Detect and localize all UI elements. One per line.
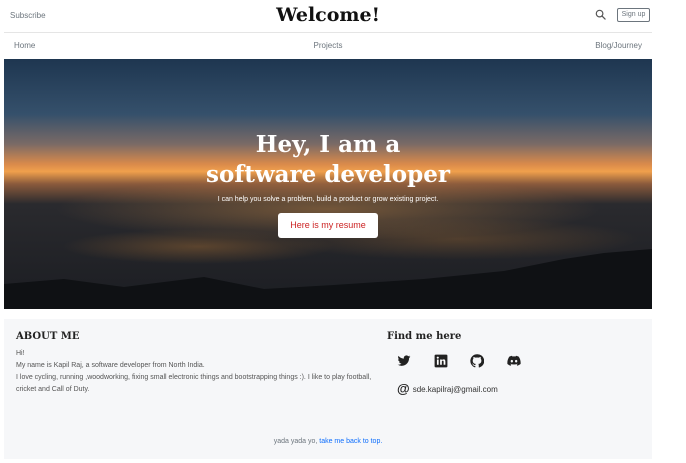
subscribe-link[interactable]: Subscribe (10, 11, 46, 20)
about-line: My name is Kapil Raj, a software develop… (16, 362, 205, 369)
about-line: I love cycling, running ,woodworking, fi… (16, 374, 372, 393)
discord-icon[interactable] (507, 354, 521, 368)
resume-button[interactable]: Here is my resume (278, 213, 378, 238)
footer-section: ABOUT ME Hi! My name is Kapil Raj, a sof… (4, 319, 652, 459)
footer-note-text: yada yada yo, (273, 438, 318, 445)
email-row[interactable]: @ sde.kapilraj@gmail.com (397, 382, 498, 396)
about-heading: ABOUT ME (16, 331, 80, 342)
hero-ridge-silhouette (4, 249, 652, 309)
at-icon: @ (397, 381, 410, 396)
main-nav: Home Projects Blog/Journey (4, 33, 652, 59)
nav-item-blog[interactable]: Blog/Journey (595, 41, 642, 50)
hero-banner: Hey, I am a software developer I can hel… (4, 59, 652, 309)
email-address[interactable]: sde.kapilraj@gmail.com (413, 385, 498, 394)
search-icon[interactable] (595, 9, 606, 20)
back-to-top-link[interactable]: take me back to top. (319, 438, 382, 445)
about-line: Hi! (16, 350, 25, 357)
about-text: Hi! My name is Kapil Raj, a software dev… (16, 348, 376, 396)
find-me-heading: Find me here (387, 331, 462, 342)
footer-note: yada yada yo, take me back to top. (4, 438, 652, 445)
linkedin-icon[interactable] (434, 354, 448, 368)
nav-item-projects[interactable]: Projects (4, 41, 652, 50)
sign-up-button[interactable]: Sign up (617, 8, 650, 22)
site-title[interactable]: Welcome! (276, 4, 380, 26)
github-icon[interactable] (470, 354, 484, 368)
twitter-icon[interactable] (397, 354, 411, 368)
hero-title: Hey, I am a software developer (206, 131, 450, 188)
site-header: Subscribe Welcome! Sign up (4, 0, 652, 33)
site-title-wrap: Welcome! (4, 4, 652, 26)
hero-subtitle: I can help you solve a problem, build a … (217, 196, 439, 203)
